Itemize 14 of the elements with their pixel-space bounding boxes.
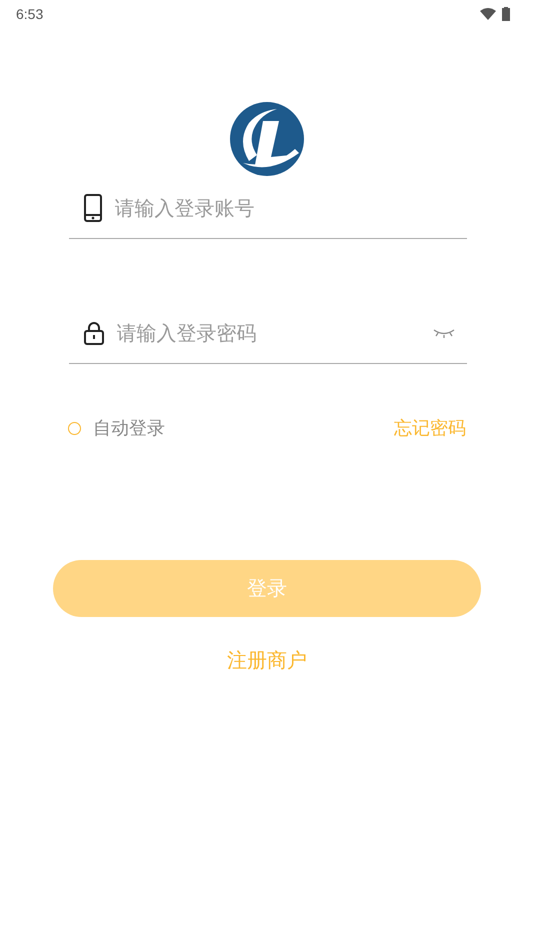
register-link[interactable]: 注册商户: [227, 647, 307, 674]
battery-icon: [502, 7, 510, 21]
password-field[interactable]: 请输入登录密码: [116, 320, 420, 344]
wifi-icon: [480, 8, 496, 20]
auto-login-label: 自动登录: [93, 417, 165, 440]
phone-icon: [82, 194, 102, 222]
forgot-password-link[interactable]: 忘记密码: [394, 416, 466, 440]
account-field[interactable]: 请输入登录账号: [114, 196, 454, 220]
login-button[interactable]: 登录: [53, 560, 481, 617]
lock-icon: [82, 320, 104, 344]
logo-icon: [229, 101, 305, 177]
closed-eye-icon[interactable]: [432, 328, 454, 338]
auto-login-checkbox[interactable]: [68, 422, 81, 434]
status-time: 6:53: [16, 6, 44, 22]
